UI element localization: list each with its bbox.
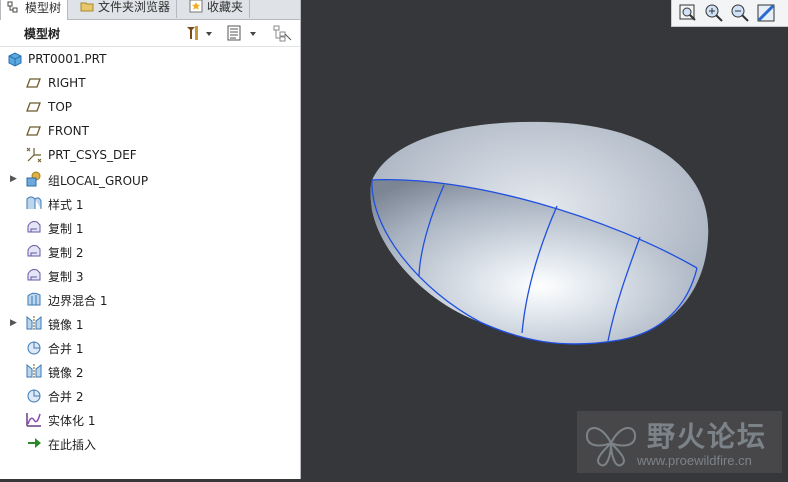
tree-item-style-1[interactable]: 样式 1 [0,192,298,214]
folder-browser-icon [80,2,94,12]
tree-item-label: 合并 1 [48,342,84,356]
tree-item-label: 复制 1 [48,222,84,236]
tree-item-merge-1[interactable]: 合并 1 [0,336,298,358]
tree-item-label: TOP [48,100,73,114]
tree-filter-button[interactable] [272,23,294,43]
tree-item-copy-3[interactable]: 复制 3 [0,264,298,286]
tree-item-mirror-1[interactable]: ▶ 镜像 1 [0,312,298,334]
tree-item-label: 复制 2 [48,246,84,260]
tree-item-top[interactable]: TOP [0,96,298,118]
coordinate-system-icon [26,147,42,163]
zoom-in-icon[interactable] [704,3,724,23]
tree-item-solidify-1[interactable]: 实体化 1 [0,408,298,430]
merge-icon [27,389,41,403]
view-toolbar [671,0,788,27]
tree-item-label: PRT_CSYS_DEF [48,148,137,162]
tree-item-label: RIGHT [48,76,86,90]
3d-model-surface[interactable] [301,0,788,479]
refit-icon[interactable] [678,3,698,23]
tab-favorites[interactable]: 收藏夹 [183,0,251,18]
style-icon [26,196,42,209]
insert-here-arrow-icon [28,438,41,448]
tree-item-copy-2[interactable]: 复制 2 [0,240,298,262]
tree-item-front[interactable]: FRONT [0,120,298,142]
tree-item-boundary-blend-1[interactable]: 边界混合 1 [0,288,298,310]
tree-item-label: 实体化 1 [48,414,96,428]
watermark-logo: 野火论坛 www.proewildfire.cn [577,411,782,473]
panel-title: 模型树 [24,27,61,41]
tree-item-local-group[interactable]: ▶ 组LOCAL_GROUP [0,168,298,190]
tree-item-label: 镜像 1 [48,318,84,332]
settings-dropdown-button[interactable] [184,23,214,43]
butterfly-logo-icon [586,427,636,467]
tools-icon [187,26,212,40]
tab-label: 文件夹浏览器 [98,0,171,14]
model-tree-header: 模型树 [0,20,300,47]
tree-item-label: FRONT [48,124,89,138]
tree-item-copy-1[interactable]: 复制 1 [0,216,298,238]
favorites-icon [189,0,203,13]
datum-plane-icon [26,78,41,88]
tree-item-part[interactable]: PRT0001.PRT [0,48,298,70]
mirror-icon [26,315,42,330]
copy-icon [27,245,41,257]
tab-model-tree[interactable]: 模型树 [0,0,69,20]
tree-item-label: 镜像 2 [48,366,84,380]
tree-item-label: 合并 2 [48,390,84,404]
tree-item-label: 样式 1 [48,198,84,212]
tree-item-csys[interactable]: PRT_CSYS_DEF [0,144,298,166]
zoom-out-icon[interactable] [730,3,750,23]
tree-item-label: 组LOCAL_GROUP [48,174,149,188]
tree-item-right[interactable]: RIGHT [0,72,298,94]
datum-plane-icon [26,126,41,136]
tree-item-label: 复制 3 [48,270,84,284]
tree-item-insert-here[interactable]: 在此插入 [0,432,298,454]
tab-label: 收藏夹 [207,0,244,14]
tree-item-mirror-2[interactable]: 镜像 2 [0,360,298,382]
expand-arrow-icon[interactable]: ▶ [10,318,20,328]
boundary-blend-icon [27,292,41,306]
watermark-url: www.proewildfire.cn [637,453,752,468]
watermark-title: 野火论坛 [647,420,768,453]
tab-folder-browser[interactable]: 文件夹浏览器 [74,0,178,18]
repaint-icon[interactable] [756,3,776,23]
graphics-viewport[interactable]: 野火论坛 www.proewildfire.cn [301,0,788,479]
part-icon [8,52,22,67]
model-tree-panel: 模型树 文件夹浏览器 收藏夹 模型树 PRT0001.PRT RIGHT TOP… [0,0,301,479]
solidify-icon [26,413,41,427]
tab-label: 模型树 [25,0,62,15]
tree-item-label: PRT0001.PRT [28,52,107,66]
expand-arrow-icon[interactable]: ▶ [10,174,20,184]
merge-icon [27,341,41,355]
copy-icon [27,269,41,281]
list-settings-icon [227,25,256,41]
tree-filter-icon [273,25,292,42]
mirror-icon [26,363,42,378]
tree-item-label: 在此插入 [48,438,97,452]
copy-icon [27,221,41,233]
datum-plane-icon [26,102,41,112]
tree-item-label: 边界混合 1 [48,294,108,308]
tree-item-merge-2[interactable]: 合并 2 [0,384,298,406]
group-icon [26,171,41,187]
model-tree-icon [7,1,18,13]
show-dropdown-button[interactable] [226,23,262,43]
navigator-tabs: 模型树 文件夹浏览器 收藏夹 [0,0,300,20]
